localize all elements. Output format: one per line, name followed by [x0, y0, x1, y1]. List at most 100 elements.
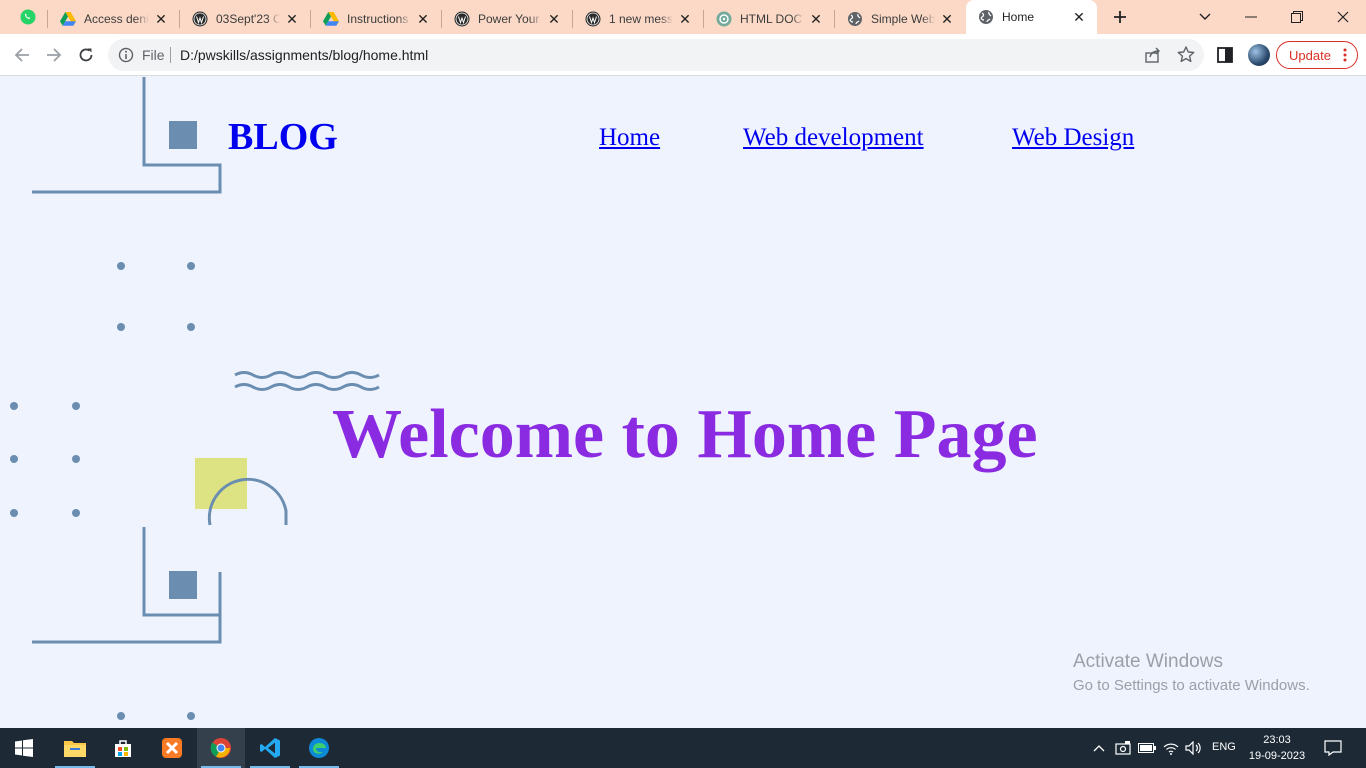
- google-drive-icon: [323, 11, 339, 27]
- chevron-up-icon: [1093, 745, 1105, 752]
- deco-square-top: [169, 121, 197, 149]
- close-icon[interactable]: ✕: [1071, 9, 1087, 25]
- tray-meet-now[interactable]: [1114, 728, 1132, 768]
- address-bar[interactable]: File D:/pwskills/assignments/blog/home.h…: [108, 39, 1204, 71]
- close-icon[interactable]: ✕: [153, 11, 169, 27]
- web-page: BLOG Home Web development Web Design Wel…: [0, 77, 1366, 728]
- nav-link-home[interactable]: Home: [599, 124, 660, 152]
- tab-title: Access denie: [84, 12, 149, 26]
- wordpress-icon: [192, 11, 208, 27]
- language-indicator[interactable]: ENG: [1212, 741, 1236, 753]
- clock-time: 23:03: [1263, 734, 1291, 746]
- profile-avatar[interactable]: [1248, 44, 1270, 66]
- tab-title: Home: [1002, 10, 1035, 24]
- reload-button[interactable]: [72, 41, 100, 69]
- taskbar-chrome[interactable]: [197, 728, 245, 768]
- close-icon[interactable]: ✕: [546, 11, 562, 27]
- new-tab-button[interactable]: [1108, 5, 1132, 29]
- update-label: Update: [1289, 47, 1331, 63]
- tab-title: Instructions f: [347, 12, 411, 26]
- notification-icon: [1324, 740, 1342, 756]
- back-button[interactable]: [8, 41, 36, 69]
- watermark-subtitle: Go to Settings to activate Windows.: [1073, 677, 1310, 694]
- deco-yellow-square: [195, 458, 247, 509]
- nav-link-web-development[interactable]: Web development: [743, 124, 924, 152]
- microsoft-store-icon: [115, 740, 131, 757]
- chatgpt-icon: [716, 11, 732, 27]
- restore-button[interactable]: [1274, 0, 1320, 34]
- minimize-icon: [1245, 16, 1257, 18]
- whatsapp-icon: [20, 9, 36, 25]
- tab-simple-web[interactable]: Simple Web ✕: [835, 4, 965, 34]
- wifi-icon: [1163, 743, 1179, 755]
- chrome-icon: [210, 738, 231, 758]
- wordpress-icon: [585, 11, 601, 27]
- clock[interactable]: 23:03 19-09-2023: [1248, 732, 1306, 764]
- deco-dots-bottom: [117, 712, 195, 720]
- deco-dots-upper: [117, 262, 195, 331]
- deco-wave-1: [234, 371, 380, 379]
- nav-link-web-design[interactable]: Web Design: [1012, 124, 1134, 152]
- tab-03sept[interactable]: 03Sept'23 Cc ✕: [180, 4, 310, 34]
- taskbar-microsoft-store[interactable]: [99, 728, 147, 768]
- watermark-title: Activate Windows: [1073, 651, 1223, 672]
- tray-volume[interactable]: [1184, 728, 1202, 768]
- reload-icon: [79, 48, 93, 62]
- clock-date: 19-09-2023: [1248, 750, 1306, 762]
- google-drive-icon: [60, 11, 76, 27]
- tab-title: HTML DOCT: [740, 12, 804, 26]
- scheme-label: File: [142, 47, 165, 63]
- close-window-button[interactable]: [1320, 0, 1366, 34]
- start-button[interactable]: [0, 728, 48, 768]
- tray-battery[interactable]: [1138, 728, 1156, 768]
- edge-icon: [309, 738, 329, 758]
- meet-now-icon: [1115, 741, 1131, 755]
- update-button[interactable]: Update: [1276, 41, 1358, 69]
- tray-show-hidden[interactable]: [1090, 728, 1108, 768]
- tab-new-message[interactable]: 1 new messa ✕: [573, 4, 703, 34]
- globe-icon: [978, 9, 994, 25]
- forward-button[interactable]: [40, 41, 68, 69]
- tab-html-doctype[interactable]: HTML DOCT ✕: [704, 4, 834, 34]
- tab-title: 1 new messa: [609, 12, 673, 26]
- close-icon[interactable]: ✕: [939, 11, 955, 27]
- wordpress-icon: [454, 11, 470, 27]
- tab-home-active[interactable]: Home ✕: [966, 0, 1097, 34]
- taskbar-vscode[interactable]: [246, 728, 294, 768]
- plus-icon: [1114, 11, 1126, 23]
- address-divider: [170, 47, 171, 63]
- info-icon[interactable]: [118, 47, 134, 63]
- tab-title: Simple Web: [871, 12, 935, 26]
- minimize-button[interactable]: [1228, 0, 1274, 34]
- file-explorer-icon: [64, 741, 86, 757]
- tab-search-button[interactable]: [1182, 0, 1228, 34]
- bookmark-star-icon[interactable]: [1176, 45, 1196, 65]
- side-panel-icon[interactable]: [1216, 46, 1234, 64]
- deco-wave-2: [234, 383, 380, 391]
- close-icon[interactable]: ✕: [284, 11, 300, 27]
- close-icon[interactable]: ✕: [677, 11, 693, 27]
- menu-dots-icon: [1343, 48, 1347, 62]
- globe-icon: [847, 11, 863, 27]
- browser-toolbar: File D:/pwskills/assignments/blog/home.h…: [0, 34, 1366, 76]
- tab-power-your[interactable]: Power Your S ✕: [442, 4, 572, 34]
- taskbar-edge[interactable]: [295, 728, 343, 768]
- close-icon[interactable]: ✕: [415, 11, 431, 27]
- taskbar-file-explorer[interactable]: [51, 728, 99, 768]
- tab-pinned-whatsapp[interactable]: [10, 0, 46, 34]
- taskbar-xampp[interactable]: [148, 728, 196, 768]
- chevron-down-icon: [1199, 13, 1211, 20]
- arrow-right-icon: [47, 48, 62, 62]
- volume-icon: [1185, 741, 1201, 755]
- tab-instructions[interactable]: Instructions f ✕: [311, 4, 441, 34]
- close-icon[interactable]: ✕: [808, 11, 824, 27]
- share-icon[interactable]: [1144, 46, 1162, 64]
- arrow-left-icon: [14, 48, 29, 62]
- tray-network[interactable]: [1162, 728, 1180, 768]
- windows-start-icon: [15, 739, 33, 757]
- tab-access-denied[interactable]: Access denie ✕: [48, 4, 179, 34]
- url-text[interactable]: D:/pwskills/assignments/blog/home.html: [180, 47, 428, 63]
- action-center-button[interactable]: [1320, 728, 1346, 768]
- restore-icon: [1291, 11, 1303, 23]
- close-icon: [1337, 11, 1349, 23]
